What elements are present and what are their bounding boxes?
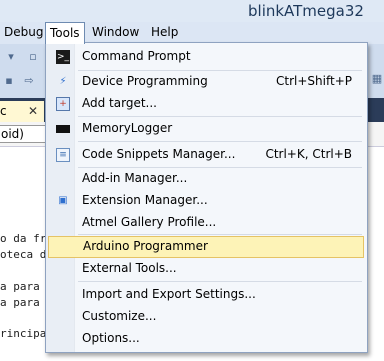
menu-item-command-prompt[interactable]: >_ Command Prompt <box>48 46 364 68</box>
code-snippets-icon: ≡ <box>56 148 70 162</box>
menu-window[interactable]: Window <box>88 22 143 42</box>
menu-item-add-target[interactable]: + Add target... <box>48 93 364 115</box>
menu-item-add-in-manager[interactable]: Add-in Manager... <box>48 168 364 190</box>
document-tab[interactable]: c ✕ <box>0 101 44 122</box>
toolbar-save-icon[interactable]: ▫ <box>26 50 40 64</box>
code-line: rincipa <box>0 327 47 340</box>
toolbar-arrow-icon[interactable]: ▾ <box>4 50 18 64</box>
title-bar: blinkATmega32 <box>0 0 384 22</box>
window-title: blinkATmega32 <box>248 2 364 20</box>
code-line: a para <box>0 280 40 293</box>
menu-item-options[interactable]: Options... <box>48 328 364 350</box>
close-icon[interactable]: ✕ <box>28 101 38 122</box>
menu-debug[interactable]: Debug <box>0 22 47 42</box>
toolbar-grid-icon[interactable]: ▦ <box>370 72 384 86</box>
extension-manager-icon: ▣ <box>58 195 68 206</box>
menu-separator <box>78 141 362 142</box>
chip-icon <box>56 125 70 133</box>
toolbar-bar-icon[interactable]: ▪ <box>2 74 16 88</box>
command-prompt-icon: >_ <box>56 50 70 64</box>
menu-tools[interactable]: Tools <box>45 22 85 44</box>
code-line: oteca d <box>0 248 47 261</box>
menu-separator <box>78 281 362 282</box>
menu-item-extension-manager[interactable]: ▣ Extension Manager... <box>48 190 364 212</box>
menu-separator <box>78 116 362 117</box>
menu-item-atmel-gallery-profile[interactable]: Atmel Gallery Profile... <box>48 212 364 234</box>
device-programming-icon: ⚡ <box>59 76 67 87</box>
menu-item-device-programming[interactable]: ⚡ Device Programming Ctrl+Shift+P <box>48 71 364 93</box>
menu-item-arduino-programmer[interactable]: Arduino Programmer <box>48 236 364 258</box>
menu-item-memorylogger[interactable]: MemoryLogger <box>48 118 364 140</box>
code-line: a para <box>0 296 40 309</box>
code-line: o da fr <box>0 232 47 245</box>
menu-item-import-export-settings[interactable]: Import and Export Settings... <box>48 284 364 306</box>
menu-bar: Debug Tools Window Help <box>0 22 384 44</box>
menu-item-code-snippets-manager[interactable]: ≡ Code Snippets Manager... Ctrl+K, Ctrl+… <box>48 144 364 166</box>
tab-label: c <box>0 104 7 118</box>
menu-help[interactable]: Help <box>147 22 182 42</box>
tools-menu: >_ Command Prompt ⚡ Device Programming C… <box>45 42 368 353</box>
menu-separator <box>78 234 362 235</box>
add-target-icon: + <box>56 97 70 111</box>
toolbar-forward-icon[interactable]: ⇨ <box>22 74 36 88</box>
menu-item-external-tools[interactable]: External Tools... <box>48 258 364 280</box>
menu-item-customize[interactable]: Customize... <box>48 306 364 328</box>
